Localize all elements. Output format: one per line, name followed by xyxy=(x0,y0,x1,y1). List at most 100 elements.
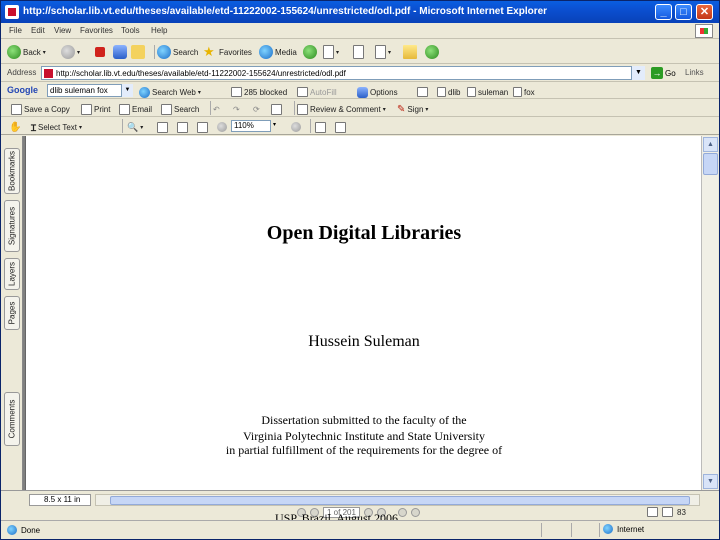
edit-button[interactable]: ▾ xyxy=(375,44,391,60)
refresh-icon xyxy=(113,45,127,59)
refresh-button[interactable] xyxy=(113,44,127,60)
email-icon xyxy=(119,103,130,115)
email-label: Email xyxy=(132,104,153,114)
menu-help[interactable]: Help xyxy=(151,26,167,35)
windows-logo-icon xyxy=(695,24,713,38)
search-web-button[interactable]: Search Web ▾ xyxy=(139,84,201,100)
zoom-out-button[interactable] xyxy=(217,119,227,135)
email-button[interactable]: Email xyxy=(119,101,152,117)
actual-size-button[interactable] xyxy=(157,119,168,135)
zoom-in-button[interactable] xyxy=(291,119,301,135)
home-button[interactable] xyxy=(131,44,145,60)
back-button[interactable]: Back ▾ xyxy=(7,44,46,60)
fit-page-button[interactable] xyxy=(177,119,188,135)
discuss-button[interactable] xyxy=(403,44,417,60)
review-comment-button[interactable]: Review & Comment ▾ xyxy=(297,101,386,117)
horizontal-scroll-thumb[interactable] xyxy=(110,496,690,505)
horizontal-scrollbar[interactable] xyxy=(95,494,700,506)
zoom-dropdown-icon[interactable]: ▾ xyxy=(273,121,276,128)
highlight-button[interactable] xyxy=(417,84,428,100)
scroll-thumb[interactable] xyxy=(703,153,718,175)
forward-button[interactable]: ▾ xyxy=(61,44,80,60)
search-icon xyxy=(157,45,171,59)
next-view-button[interactable] xyxy=(410,507,420,517)
rotate-button[interactable]: ⟳ xyxy=(253,101,260,117)
minimize-button[interactable]: _ xyxy=(655,4,672,20)
menu-view[interactable]: View xyxy=(54,26,71,35)
term-fox[interactable]: fox xyxy=(513,84,535,100)
tab-bookmarks[interactable]: Bookmarks xyxy=(4,148,20,194)
attach-button[interactable] xyxy=(271,101,282,117)
star-icon: ★ xyxy=(203,44,215,59)
term-suleman[interactable]: suleman xyxy=(467,84,508,100)
tab-signatures[interactable]: Signatures xyxy=(4,200,20,252)
document-viewport[interactable]: Open Digital Libraries Hussein Suleman D… xyxy=(23,136,703,490)
autofill-button[interactable]: AutoFill xyxy=(297,84,337,100)
term-label: suleman xyxy=(478,87,509,97)
page-icon xyxy=(7,525,17,535)
zoom-tool-button[interactable]: 🔍 ▾ xyxy=(127,119,143,135)
tab-layers[interactable]: Layers xyxy=(4,258,20,290)
select-text-button[interactable]: Ɪ Select Text ▾ xyxy=(31,119,82,135)
previous-view-button[interactable] xyxy=(397,507,407,517)
mail-button[interactable]: ▾ xyxy=(323,44,339,60)
stop-button[interactable] xyxy=(95,44,105,60)
search-button[interactable]: Search xyxy=(157,44,198,60)
history-button[interactable] xyxy=(303,44,317,60)
hand-tool-button[interactable]: ✋ xyxy=(9,119,21,135)
popup-blocker-icon xyxy=(231,87,242,97)
vertical-scrollbar[interactable]: ▲ ▼ xyxy=(701,136,718,490)
menu-favorites[interactable]: Favorites xyxy=(80,26,113,35)
printer-icon xyxy=(81,103,92,115)
favorites-button[interactable]: ★ Favorites xyxy=(203,44,252,60)
save-copy-button[interactable]: Save a Copy xyxy=(11,101,70,117)
tab-comments[interactable]: Comments xyxy=(4,392,20,446)
find-term-icon xyxy=(513,87,522,97)
menu-edit[interactable]: Edit xyxy=(31,26,45,35)
home-icon xyxy=(131,45,145,59)
toolbar-divider xyxy=(310,119,311,133)
maximize-button[interactable]: □ xyxy=(675,4,692,20)
zoom-level-input[interactable]: 110% xyxy=(231,120,271,132)
sign-label: Sign xyxy=(407,104,424,114)
close-button[interactable]: ✕ xyxy=(696,4,713,20)
continuous-page-icon[interactable] xyxy=(662,507,673,517)
autofill-icon xyxy=(297,87,308,97)
status-divider xyxy=(571,523,572,537)
google-search-dropdown[interactable]: ▼ xyxy=(121,84,133,97)
pdf-search-button[interactable]: Search xyxy=(161,101,199,117)
single-page-icon[interactable] xyxy=(647,507,658,517)
links-button[interactable]: Links xyxy=(685,68,704,77)
toolbar-divider xyxy=(210,101,211,115)
hand-icon: ✋ xyxy=(9,121,22,133)
address-dropdown-button[interactable]: ▼ xyxy=(631,66,645,80)
rotate-ccw-button[interactable] xyxy=(335,119,346,135)
redo-button[interactable]: ↷ xyxy=(233,101,240,117)
term-dlib[interactable]: dlib xyxy=(437,84,460,100)
rotate-view-button[interactable] xyxy=(315,119,326,135)
menu-file[interactable]: File xyxy=(9,26,22,35)
google-logo[interactable]: Google xyxy=(7,85,38,95)
go-button[interactable]: → Go xyxy=(651,67,676,79)
print-button[interactable] xyxy=(353,44,364,60)
tab-pages[interactable]: Pages xyxy=(4,296,20,330)
options-button[interactable]: Options xyxy=(357,84,398,100)
sign-button[interactable]: ✎ Sign ▾ xyxy=(397,101,428,117)
fit-width-button[interactable] xyxy=(197,119,208,135)
undo-button[interactable]: ↶ xyxy=(213,101,220,117)
popup-blocker-button[interactable]: 285 blocked xyxy=(231,84,287,100)
dropdown-arrow-icon: ▾ xyxy=(388,49,392,56)
messenger-button[interactable] xyxy=(425,44,439,60)
actual-size-icon xyxy=(157,121,168,133)
save-icon xyxy=(11,103,22,115)
menu-tools[interactable]: Tools xyxy=(121,26,140,35)
scroll-up-button[interactable]: ▲ xyxy=(703,137,718,152)
pdf-page: Open Digital Libraries Hussein Suleman D… xyxy=(25,136,701,490)
tab-label: Pages xyxy=(7,301,17,325)
scroll-down-button[interactable]: ▼ xyxy=(703,474,718,489)
printer-icon xyxy=(353,45,364,59)
pdf-print-button[interactable]: Print xyxy=(81,101,110,117)
document-author: Hussein Suleman xyxy=(308,333,420,350)
media-button[interactable]: Media xyxy=(259,44,297,60)
address-input[interactable]: http://scholar.lib.vt.edu/theses/availab… xyxy=(41,66,645,80)
